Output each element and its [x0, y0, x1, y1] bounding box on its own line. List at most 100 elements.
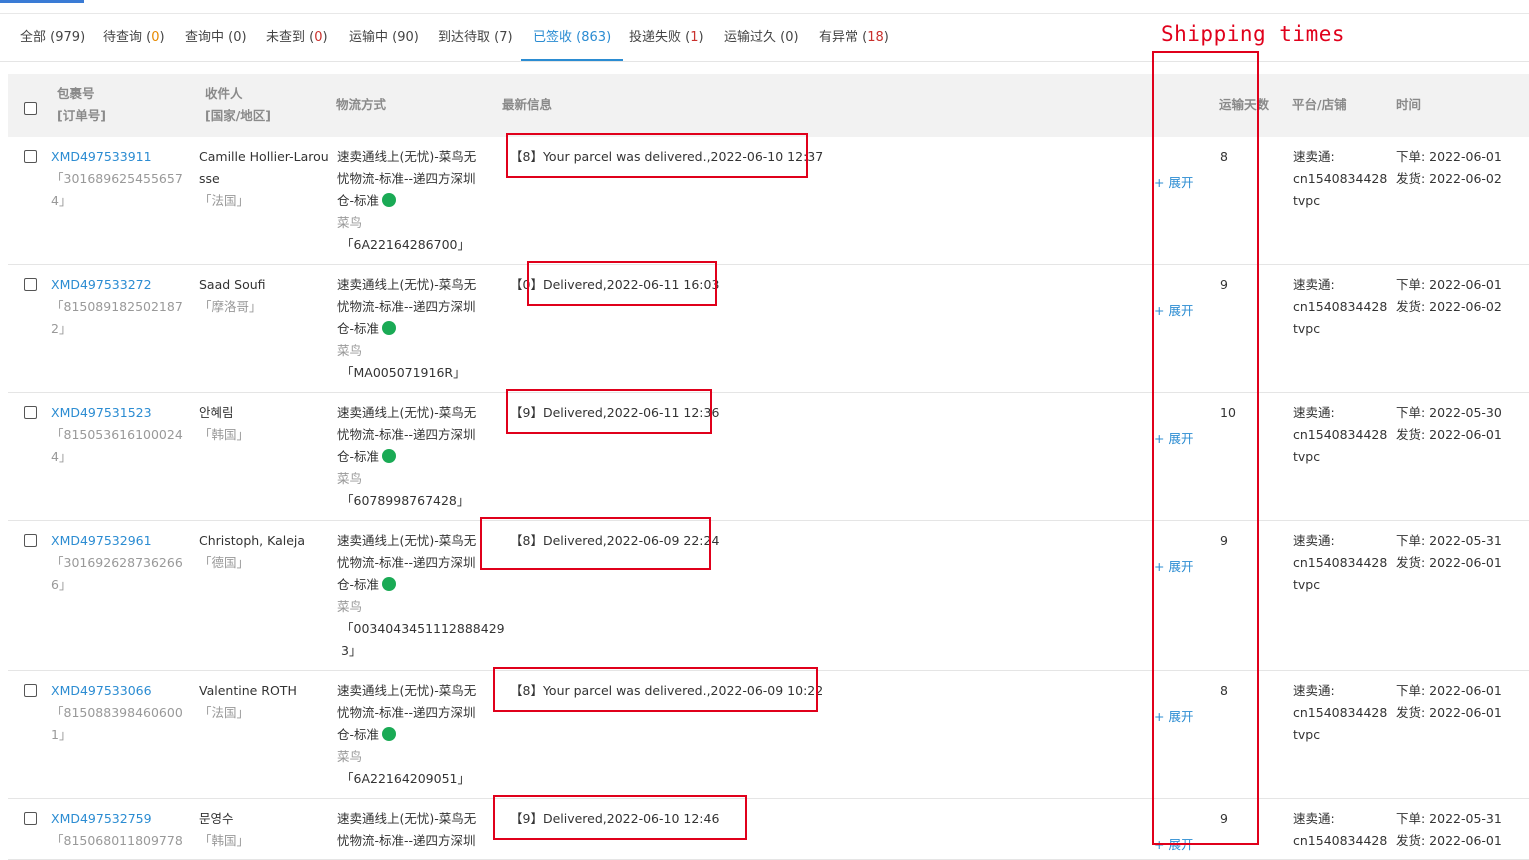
logistics-method: 速卖通线上(无忧)-菜鸟无	[337, 530, 476, 552]
parcel-number-link[interactable]: XMD497533911	[51, 146, 152, 168]
logistics-method: 仓-标准	[337, 318, 397, 340]
tab-label: 投递失败	[629, 30, 682, 45]
tab-7[interactable]: 投递失败 (1)	[629, 14, 704, 61]
order-time: 发货: 2022-06-01	[1396, 427, 1502, 442]
tab-8[interactable]: 运输过久 (0)	[724, 14, 799, 61]
order-number: 4」	[51, 449, 72, 464]
logistics-method: 忧物流-标准--递四方深圳	[337, 424, 476, 446]
latest-info-highlight	[480, 517, 711, 570]
parcel-number-link[interactable]: XMD497533272	[51, 274, 152, 296]
row-checkbox[interactable]	[24, 812, 37, 825]
expand-link[interactable]: + 展开	[1154, 834, 1193, 856]
tab-1[interactable]: 待查询 (0)	[103, 14, 165, 61]
check-circle-icon	[382, 449, 397, 463]
platform-store: 速卖通:	[1293, 533, 1335, 548]
recipient-name: 문영수	[199, 811, 234, 826]
row-checkbox[interactable]	[24, 150, 37, 163]
order-time: 下单: 2022-06-01	[1396, 277, 1502, 292]
logistics-method: 仓-标准	[337, 724, 397, 746]
tab-label: 运输中	[349, 30, 389, 45]
select-all-checkbox[interactable]	[24, 102, 37, 115]
platform-store: 速卖通:	[1293, 405, 1335, 420]
order-time: 下单: 2022-05-31	[1396, 533, 1502, 548]
row-checkbox[interactable]	[24, 684, 37, 697]
logistics-method-text: 忧物流-标准--递四方深圳	[337, 299, 476, 314]
logistics-method-text: 速卖通线上(无忧)-菜鸟无	[337, 533, 477, 548]
tab-count: 0	[785, 30, 794, 45]
expand-link[interactable]: + 展开	[1154, 300, 1193, 322]
shipping-days: 9	[1220, 277, 1228, 292]
platform-store: tvpc	[1293, 193, 1321, 208]
row-checkbox[interactable]	[24, 278, 37, 291]
parcel-table: 包裹号 [订单号] 收件人 [国家/地区] 物流方式 最新信息 运输天数 平台/…	[8, 74, 1529, 860]
expand-link[interactable]: + 展开	[1154, 706, 1193, 728]
platform-store: tvpc	[1293, 321, 1321, 336]
platform-store: tvpc	[1293, 449, 1321, 464]
header-latest-info: 最新信息	[502, 97, 553, 112]
tab-count: 18	[867, 30, 884, 45]
expand-link[interactable]: + 展开	[1154, 556, 1193, 578]
order-number: 4」	[51, 193, 72, 208]
platform-store: cn1540834428	[1293, 555, 1388, 570]
logistics-method-text: 仓-标准	[337, 321, 380, 336]
tracking-number: 「6A22164286700」	[341, 237, 470, 252]
logistics-method-text: 仓-标准	[337, 577, 380, 592]
platform-store: 速卖通:	[1293, 149, 1335, 164]
check-circle-icon	[382, 321, 397, 335]
order-number: 「301692628736266	[51, 555, 183, 570]
row-checkbox[interactable]	[24, 406, 37, 419]
logistics-method-text: 速卖通线上(无忧)-菜鸟无	[337, 405, 477, 420]
tab-9[interactable]: 有异常 (18)	[819, 14, 889, 61]
tab-2[interactable]: 查询中 (0)	[185, 14, 247, 61]
recipient-name: Valentine ROTH	[199, 683, 297, 698]
platform-store: tvpc	[1293, 727, 1321, 742]
parcel-number-link[interactable]: XMD497531523	[51, 402, 152, 424]
platform-store: cn1540834428	[1293, 705, 1388, 720]
parcel-number-link[interactable]: XMD497532961	[51, 530, 152, 552]
recipient-name: 안혜림	[199, 405, 234, 420]
order-number: 「815053616100024	[51, 427, 183, 442]
tab-5[interactable]: 到达待取 (7)	[438, 14, 513, 61]
order-time: 发货: 2022-06-02	[1396, 299, 1502, 314]
logistics-method-text: 忧物流-标准--递四方深圳	[337, 555, 476, 570]
order-number: 「815068011809778	[51, 833, 183, 848]
logistics-method-text: 忧物流-标准--递四方深圳	[337, 427, 476, 442]
expand-link[interactable]: + 展开	[1154, 172, 1193, 194]
platform-store: 速卖通:	[1293, 277, 1335, 292]
tab-0[interactable]: 全部 (979)	[20, 14, 85, 61]
tab-count: 7	[499, 30, 508, 45]
tab-count: 90	[397, 30, 414, 45]
tab-6[interactable]: 已签收 (863)	[521, 14, 624, 61]
tab-3[interactable]: 未查到 (0)	[266, 14, 328, 61]
logistics-method: 仓-标准	[337, 190, 397, 212]
platform-store: 速卖通:	[1293, 683, 1335, 698]
logistics-method: 忧物流-标准--递四方深圳	[337, 296, 476, 318]
platform-store: 速卖通:	[1293, 811, 1335, 826]
carrier-name: 菜鸟	[337, 749, 363, 764]
latest-info-highlight	[506, 389, 712, 434]
logistics-method: 速卖通线上(无忧)-菜鸟无	[337, 274, 476, 296]
check-circle-icon	[382, 727, 397, 741]
latest-info-highlight	[493, 667, 818, 712]
order-time: 发货: 2022-06-02	[1396, 171, 1502, 186]
row-checkbox[interactable]	[24, 534, 37, 547]
recipient-country: 「摩洛哥」	[199, 299, 262, 314]
expand-link[interactable]: + 展开	[1154, 428, 1193, 450]
tracking-number: 「6078998767428」	[341, 493, 470, 508]
table-header: 包裹号 [订单号] 收件人 [国家/地区] 物流方式 最新信息 运输天数 平台/…	[8, 74, 1529, 137]
order-number: 2」	[51, 321, 72, 336]
tab-label: 运输过久	[724, 30, 777, 45]
shipping-days: 9	[1220, 811, 1228, 826]
table-row: XMD497532759 「815068011809778 문영수 「韩国」 速卖通线上…	[8, 795, 1529, 860]
recipient-name: sse	[199, 171, 220, 186]
tab-4[interactable]: 运输中 (90)	[349, 14, 419, 61]
order-time: 发货: 2022-06-01	[1396, 555, 1502, 570]
parcel-number-link[interactable]: XMD497533066	[51, 680, 152, 702]
order-time: 发货: 2022-06-01	[1396, 705, 1502, 720]
logistics-method: 忧物流-标准--递四方深圳	[337, 702, 476, 724]
carrier-name: 菜鸟	[337, 215, 363, 230]
carrier-name: 菜鸟	[337, 471, 363, 486]
logistics-method: 仓-标准	[337, 446, 397, 468]
tracking-number: 「0034043451112888429	[341, 621, 505, 636]
parcel-number-link[interactable]: XMD497532759	[51, 808, 152, 830]
